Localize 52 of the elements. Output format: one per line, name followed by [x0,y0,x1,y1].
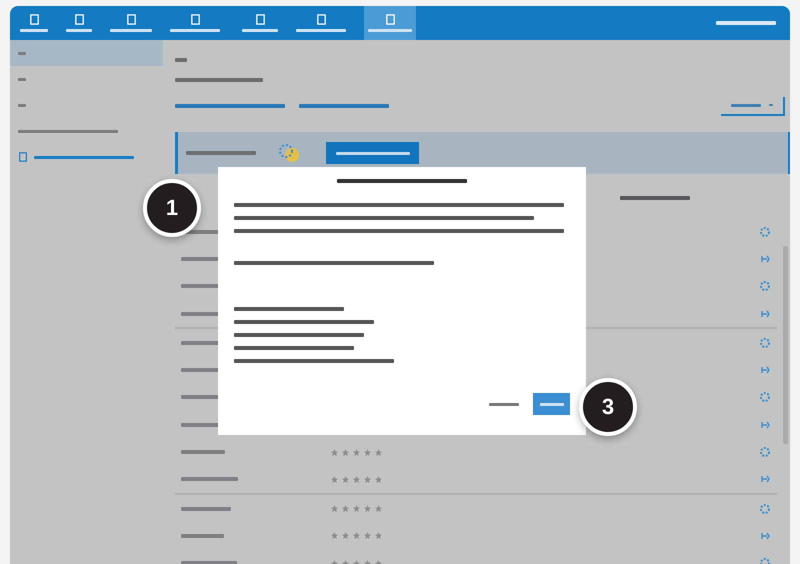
star-icon [353,532,360,540]
illegible-text [620,196,690,200]
star-icon [342,532,349,540]
star-icon [375,532,382,540]
star-icon [342,505,349,512]
nav-icon [254,14,266,25]
star-icon [331,505,338,512]
link[interactable] [299,104,389,108]
star-icon [364,448,371,456]
gear-icon[interactable] [759,280,771,292]
nav-icon [190,14,200,25]
illegible-text [181,506,231,511]
star-icon [364,505,371,512]
document-icon [18,152,28,162]
star-icon [375,476,382,483]
nav-icon [28,14,40,25]
illegible-text [181,561,237,564]
illegible-text [181,534,224,538]
dropdown-button[interactable] [721,96,785,116]
star-icon [364,532,371,540]
star-icon [364,476,371,483]
star-icon [331,448,338,456]
star-icon [353,448,360,456]
star-icon [331,532,338,540]
star-icon [375,448,382,456]
gear-icon[interactable] [759,336,771,349]
user-menu[interactable] [716,21,776,25]
nav-tab[interactable] [364,6,416,40]
star-icon [353,476,360,483]
gear-icon[interactable] [759,446,771,458]
action-button[interactable] [326,142,419,164]
star-icon [375,505,382,512]
primary-button[interactable] [533,393,570,415]
step-number-badge: 1 [143,179,201,237]
gear-icon[interactable] [759,391,771,404]
illegible-text [181,450,225,454]
star-icon [342,476,349,483]
illegible-text [181,477,238,482]
nav-icon [316,14,326,25]
gear-icon[interactable] [759,502,771,515]
gear-icon[interactable] [759,226,771,238]
star-icon [331,476,338,483]
illegible-text [175,58,187,62]
nav-icon [126,14,136,25]
scrollbar[interactable] [783,246,788,444]
illegible-text [186,151,256,155]
star-icon [353,505,360,512]
star-icon [342,448,349,456]
nav-icon [384,14,396,25]
link[interactable] [175,104,285,108]
nav-icon [74,14,84,25]
cancel-button[interactable] [489,402,519,406]
